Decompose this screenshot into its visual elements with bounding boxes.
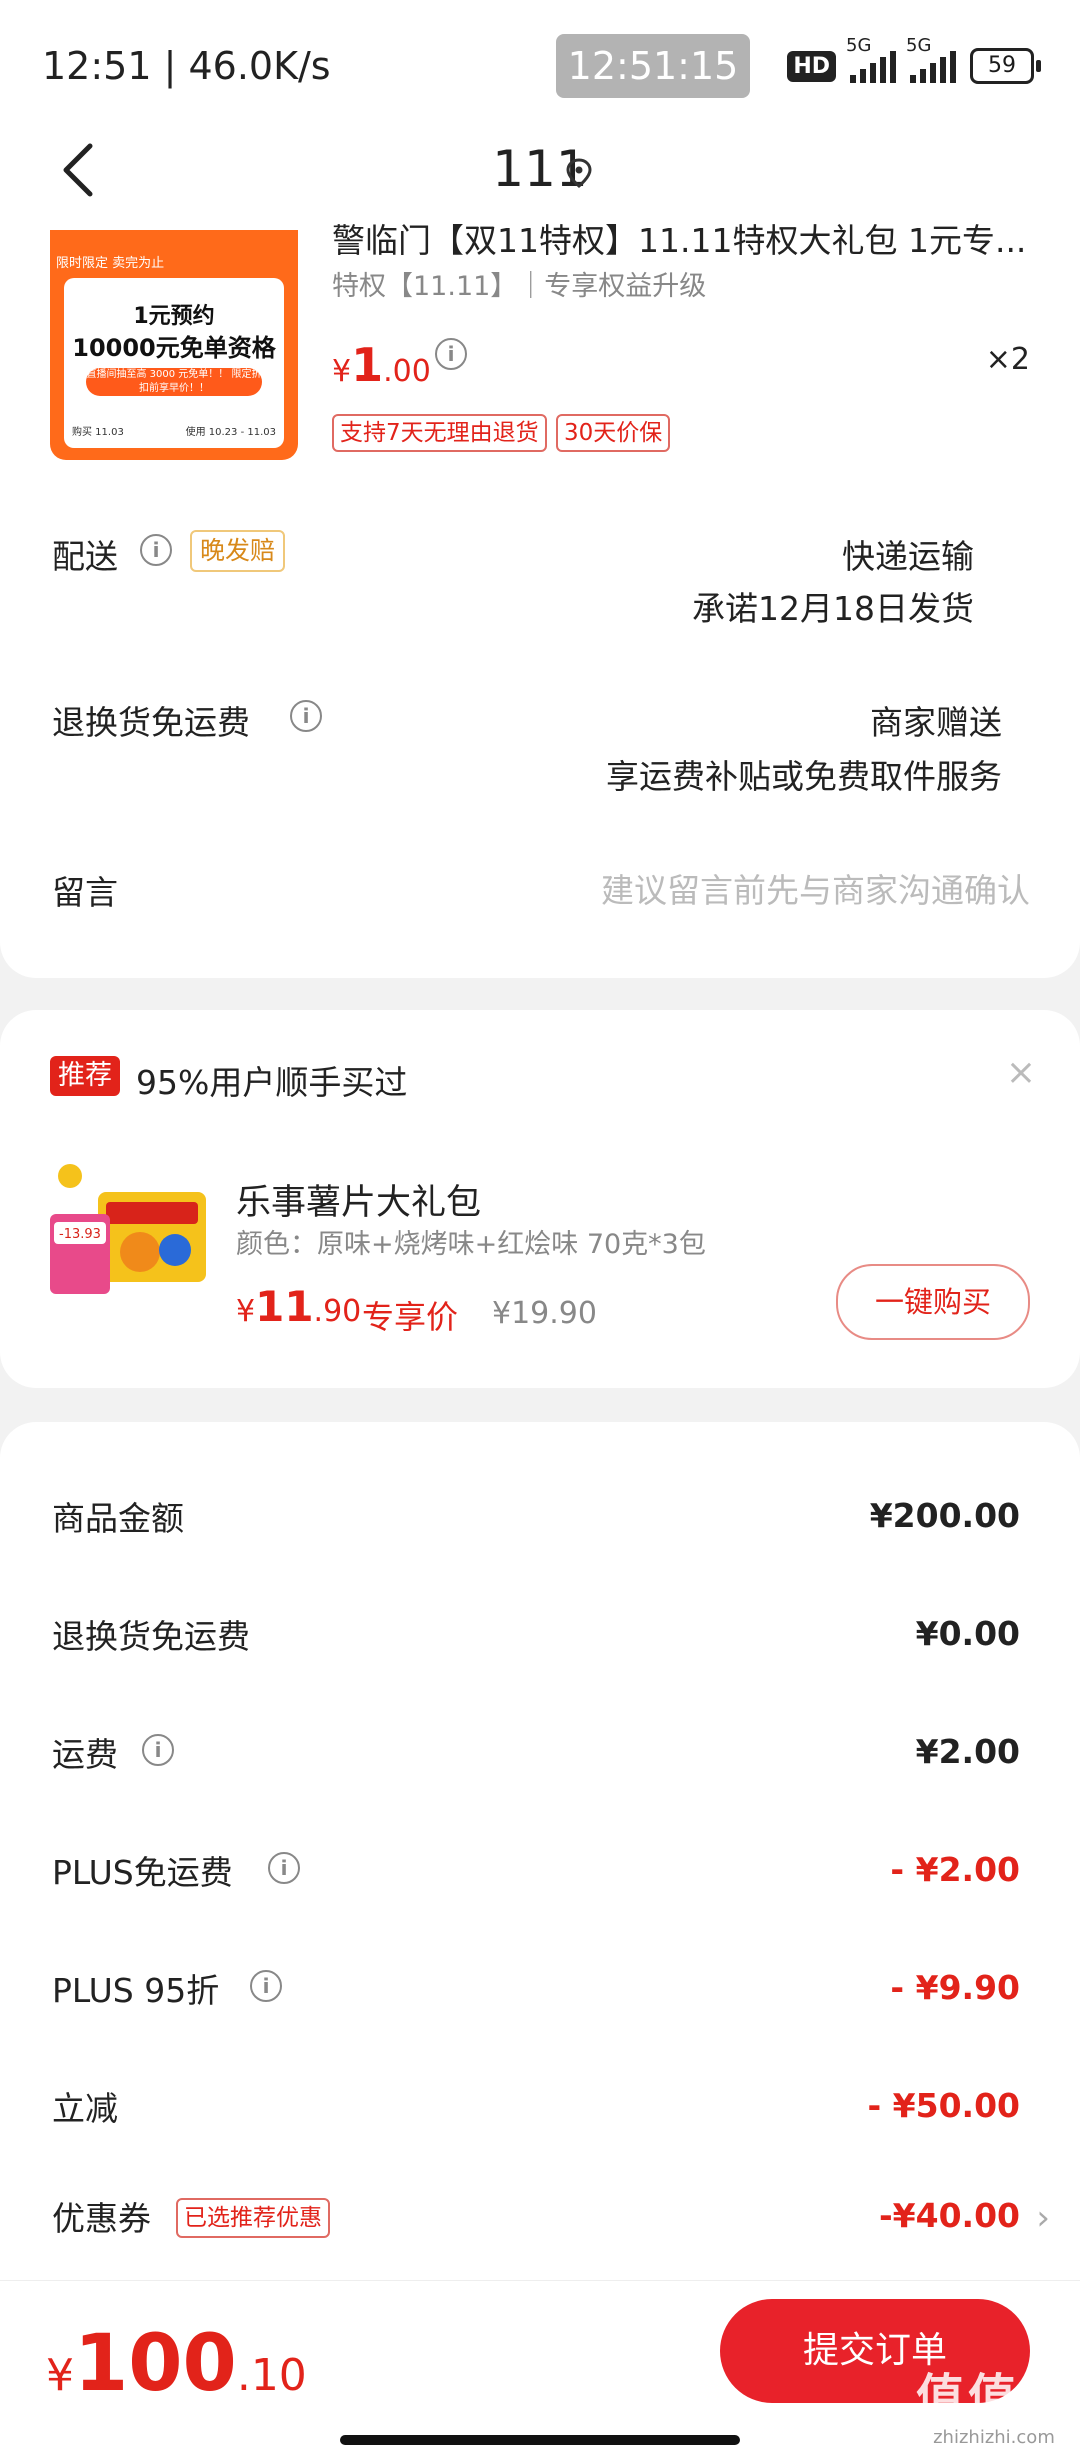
thumb-line1: 1元预约 [133,304,215,329]
fee-label: 立减 [52,2089,118,2128]
status-bar: 12:51 | 46.0K/s 12:51:15 HD 5G 5G 59 [0,0,1080,130]
image-price-badge: -13.93 [59,1227,101,1242]
shipping-info-icon[interactable]: i [142,1734,174,1766]
network-label-1: 5G [846,35,872,56]
product-quantity: ×2 [985,342,1030,377]
fee-row: 商品金额 ¥200.00 [52,1492,1020,1552]
total-price: ¥100.10 [46,2319,307,2409]
product-price: ¥1.00 [332,338,431,392]
return-shipping-gift: 商家赠送 [870,703,1002,742]
recommendation-card: 推荐 95%用户顺手买过 × -13.93 乐事薯片大礼包 颜色：原味+烧烤味+… [0,1010,1080,1388]
network-label-2: 5G [906,35,932,56]
return-shipping-desc: 享运费补贴或免费取件服务 [606,757,1002,796]
total-symbol: ¥ [46,2350,74,2401]
thumb-foot-left: 购买 11.03 [72,427,124,438]
thumb-panel: 1元预约 10000元免单资格 直播间抽至高 3000 元免单！！ 限定折扣前享… [64,278,284,448]
recommend-product-spec: 颜色：原味+烧烤味+红烩味 70克*3包 [236,1229,706,1260]
plus-discount-info-icon[interactable]: i [250,1970,282,2002]
fee-value: ¥0.00 [915,1614,1020,1653]
recommend-text: 95%用户顺手买过 [136,1063,408,1102]
return-shipping-label: 退换货免运费 [52,703,250,742]
total-decimal: .10 [236,2350,307,2401]
plus-shipping-info-icon[interactable]: i [268,1852,300,1884]
status-icons: HD 5G 5G 59 [787,35,1041,84]
fee-value: -¥40.00 [878,2196,1020,2235]
fee-label: PLUS免运费 [52,1853,233,1892]
fee-row: 运费 i ¥2.00 [52,1728,1020,1788]
message-label: 留言 [52,873,118,912]
fee-label: 商品金额 [52,1499,184,1538]
thumb-foot-right: 使用 10.23 - 11.03 [185,427,276,438]
return-shipping-info-icon[interactable]: i [290,700,322,732]
fee-value: - ¥2.00 [890,1850,1020,1889]
thumb-pill: 直播间抽至高 3000 元免单！！ 限定折扣前享早价！！ [86,368,262,396]
watermark: 值值值 zhizhizhi.com [916,2357,1072,2448]
message-input[interactable]: 建议留言前先与商家沟通确认 [601,864,1030,912]
product-spec: 特权【11.11】｜专享权益升级 [332,271,707,302]
coupon-row[interactable]: 优惠券 已选推荐优惠 -¥40.00 › [52,2192,1050,2252]
recommend-price: ¥11.90 [236,1282,361,1331]
total-integer: 100 [74,2319,237,2409]
fee-row: 立减 - ¥50.00 [52,2082,1020,2142]
battery-icon: 59 [970,48,1041,84]
exclusive-price-label: 专享价 [362,1298,459,1336]
checkout-bar: ¥100.10 提交订单 值值值 zhizhizhi.com [0,2280,1080,2461]
coupon-tag: 已选推荐优惠 [176,2198,330,2238]
signal-icon-2: 5G [906,35,956,83]
delivery-promise: 承诺12月18日发货 [692,589,974,628]
fee-value: - ¥50.00 [867,2086,1020,2125]
thumb-line2: 10000元免单资格 [72,334,276,362]
fee-summary-card: 商品金额 ¥200.00 退换货免运费 ¥0.00 运费 i ¥2.00 PLU… [0,1422,1080,2322]
home-indicator[interactable] [340,2435,740,2445]
status-time-speed: 12:51 | 46.0K/s [42,44,331,88]
order-item-card: 限时限定 卖完为止 1元预约 10000元免单资格 直播间抽至高 3000 元免… [0,221,1080,978]
location-pin-icon[interactable] [566,158,592,188]
rec-price-symbol: ¥ [236,1294,256,1329]
watermark-main: 值值值 [915,2369,1072,2425]
recommend-product-name[interactable]: 乐事薯片大礼包 [236,1174,481,1225]
delivery-method[interactable]: 快递运输 [842,530,974,578]
fee-label: 优惠券 [52,2199,151,2238]
price-decimal: .00 [383,354,431,389]
chevron-right-icon: › [1036,2198,1050,2238]
product-thumbnail[interactable]: 限时限定 卖完为止 1元预约 10000元免单资格 直播间抽至高 3000 元免… [50,230,298,460]
return-policy-tag: 支持7天无理由退货 [332,414,547,452]
recommend-product-image[interactable]: -13.93 [50,1152,214,1316]
hd-icon: HD [787,50,836,82]
delivery-label: 配送 [52,537,118,576]
fee-row: PLUS 95折 i - ¥9.90 [52,1964,1020,2024]
thumb-footer: 购买 11.03 使用 10.23 - 11.03 [72,423,276,438]
recommend-badge: 推荐 [50,1056,120,1096]
rec-price-integer: 11 [255,1282,314,1331]
rec-price-decimal: .90 [313,1294,362,1329]
fee-value: - ¥9.90 [890,1968,1020,2007]
fee-label: PLUS 95折 [52,1971,220,2010]
signal-icon: 5G [846,35,896,83]
price-symbol: ¥ [332,354,352,389]
fee-value: ¥2.00 [915,1732,1020,1771]
fee-label: 退换货免运费 [52,1617,250,1656]
original-price: ¥19.90 [492,1296,597,1331]
late-compensation-tag: 晚发赔 [190,530,286,572]
delivery-info-icon[interactable]: i [140,534,172,566]
fee-value: ¥200.00 [869,1496,1020,1535]
price-protect-tag: 30天价保 [556,414,671,452]
price-integer: 1 [351,338,384,392]
one-click-buy-button[interactable]: 一键购买 [836,1264,1030,1340]
thumb-small-text: 限时限定 卖完为止 [56,256,165,271]
fee-row: 退换货免运费 ¥0.00 [52,1610,1020,1670]
fee-label: 运费 [52,1735,118,1774]
clock-overlay: 12:51:15 [556,34,750,98]
product-title[interactable]: 警临门【双11特权】11.11特权大礼包 1元专... [332,214,1032,262]
price-info-icon[interactable]: i [435,338,467,370]
watermark-site: zhizhizhi.com [933,2427,1055,2448]
fee-row: PLUS免运费 i - ¥2.00 [52,1846,1020,1906]
page-title: 111 [0,140,1080,198]
close-icon[interactable]: × [1006,1052,1036,1093]
